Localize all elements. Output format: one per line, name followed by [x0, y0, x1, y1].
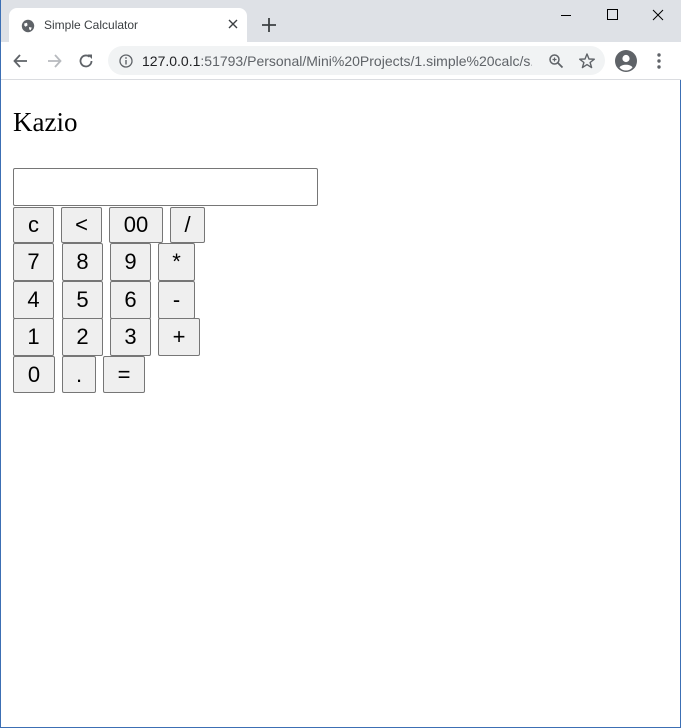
- digit-2-button[interactable]: 2: [62, 318, 103, 356]
- close-icon[interactable]: [227, 18, 239, 30]
- add-button[interactable]: +: [158, 318, 200, 356]
- browser-window: Simple Calculator 127.0.0.1:51793/Person…: [0, 0, 681, 728]
- multiply-button[interactable]: *: [158, 243, 195, 281]
- digit-7-button[interactable]: 7: [13, 243, 54, 281]
- url-path: :51793/Personal/Mini%20Projects/1.simple…: [200, 53, 532, 69]
- page-heading: Kazio: [13, 107, 78, 137]
- forward-arrow-icon[interactable]: [44, 51, 64, 71]
- divide-button[interactable]: /: [170, 207, 205, 243]
- backspace-button[interactable]: <: [61, 207, 102, 243]
- equals-button[interactable]: =: [103, 356, 145, 393]
- url-host: 127.0.0.1: [142, 53, 201, 69]
- info-icon[interactable]: [119, 54, 133, 68]
- window-close-icon[interactable]: [635, 0, 681, 30]
- title-bar: Simple Calculator: [1, 0, 681, 42]
- subtract-button[interactable]: -: [158, 281, 195, 319]
- zoom-icon[interactable]: [548, 53, 564, 69]
- maximize-icon[interactable]: [589, 0, 635, 30]
- tab-simple-calculator[interactable]: Simple Calculator: [9, 8, 247, 42]
- digit-9-button[interactable]: 9: [110, 243, 151, 281]
- clear-button[interactable]: c: [13, 207, 54, 243]
- account-icon[interactable]: [615, 50, 637, 72]
- url-text[interactable]: 127.0.0.1:51793/Personal/Mini%20Projects…: [142, 53, 532, 69]
- star-icon[interactable]: [578, 52, 596, 70]
- calculator-display[interactable]: [13, 168, 318, 206]
- back-arrow-icon[interactable]: [11, 51, 31, 71]
- globe-icon: [21, 19, 35, 33]
- decimal-button[interactable]: .: [62, 356, 96, 393]
- tab-title: Simple Calculator: [44, 18, 139, 32]
- digit-6-button[interactable]: 6: [110, 281, 151, 319]
- address-bar[interactable]: 127.0.0.1:51793/Personal/Mini%20Projects…: [108, 46, 605, 75]
- more-vertical-icon[interactable]: [653, 51, 665, 71]
- double-zero-button[interactable]: 00: [109, 207, 163, 243]
- digit-3-button[interactable]: 3: [110, 318, 151, 356]
- digit-8-button[interactable]: 8: [62, 243, 103, 281]
- digit-1-button[interactable]: 1: [13, 318, 54, 356]
- digit-4-button[interactable]: 4: [13, 281, 54, 319]
- page-content: Kazio c < 00 / 7 8 9 * 4 5 6 - 1 2 3 + 0…: [1, 80, 681, 727]
- digit-5-button[interactable]: 5: [62, 281, 103, 319]
- reload-icon[interactable]: [76, 51, 96, 71]
- minimize-icon[interactable]: [543, 0, 589, 30]
- digit-0-button[interactable]: 0: [13, 356, 55, 393]
- browser-toolbar: 127.0.0.1:51793/Personal/Mini%20Projects…: [1, 42, 681, 80]
- plus-icon[interactable]: [260, 16, 278, 34]
